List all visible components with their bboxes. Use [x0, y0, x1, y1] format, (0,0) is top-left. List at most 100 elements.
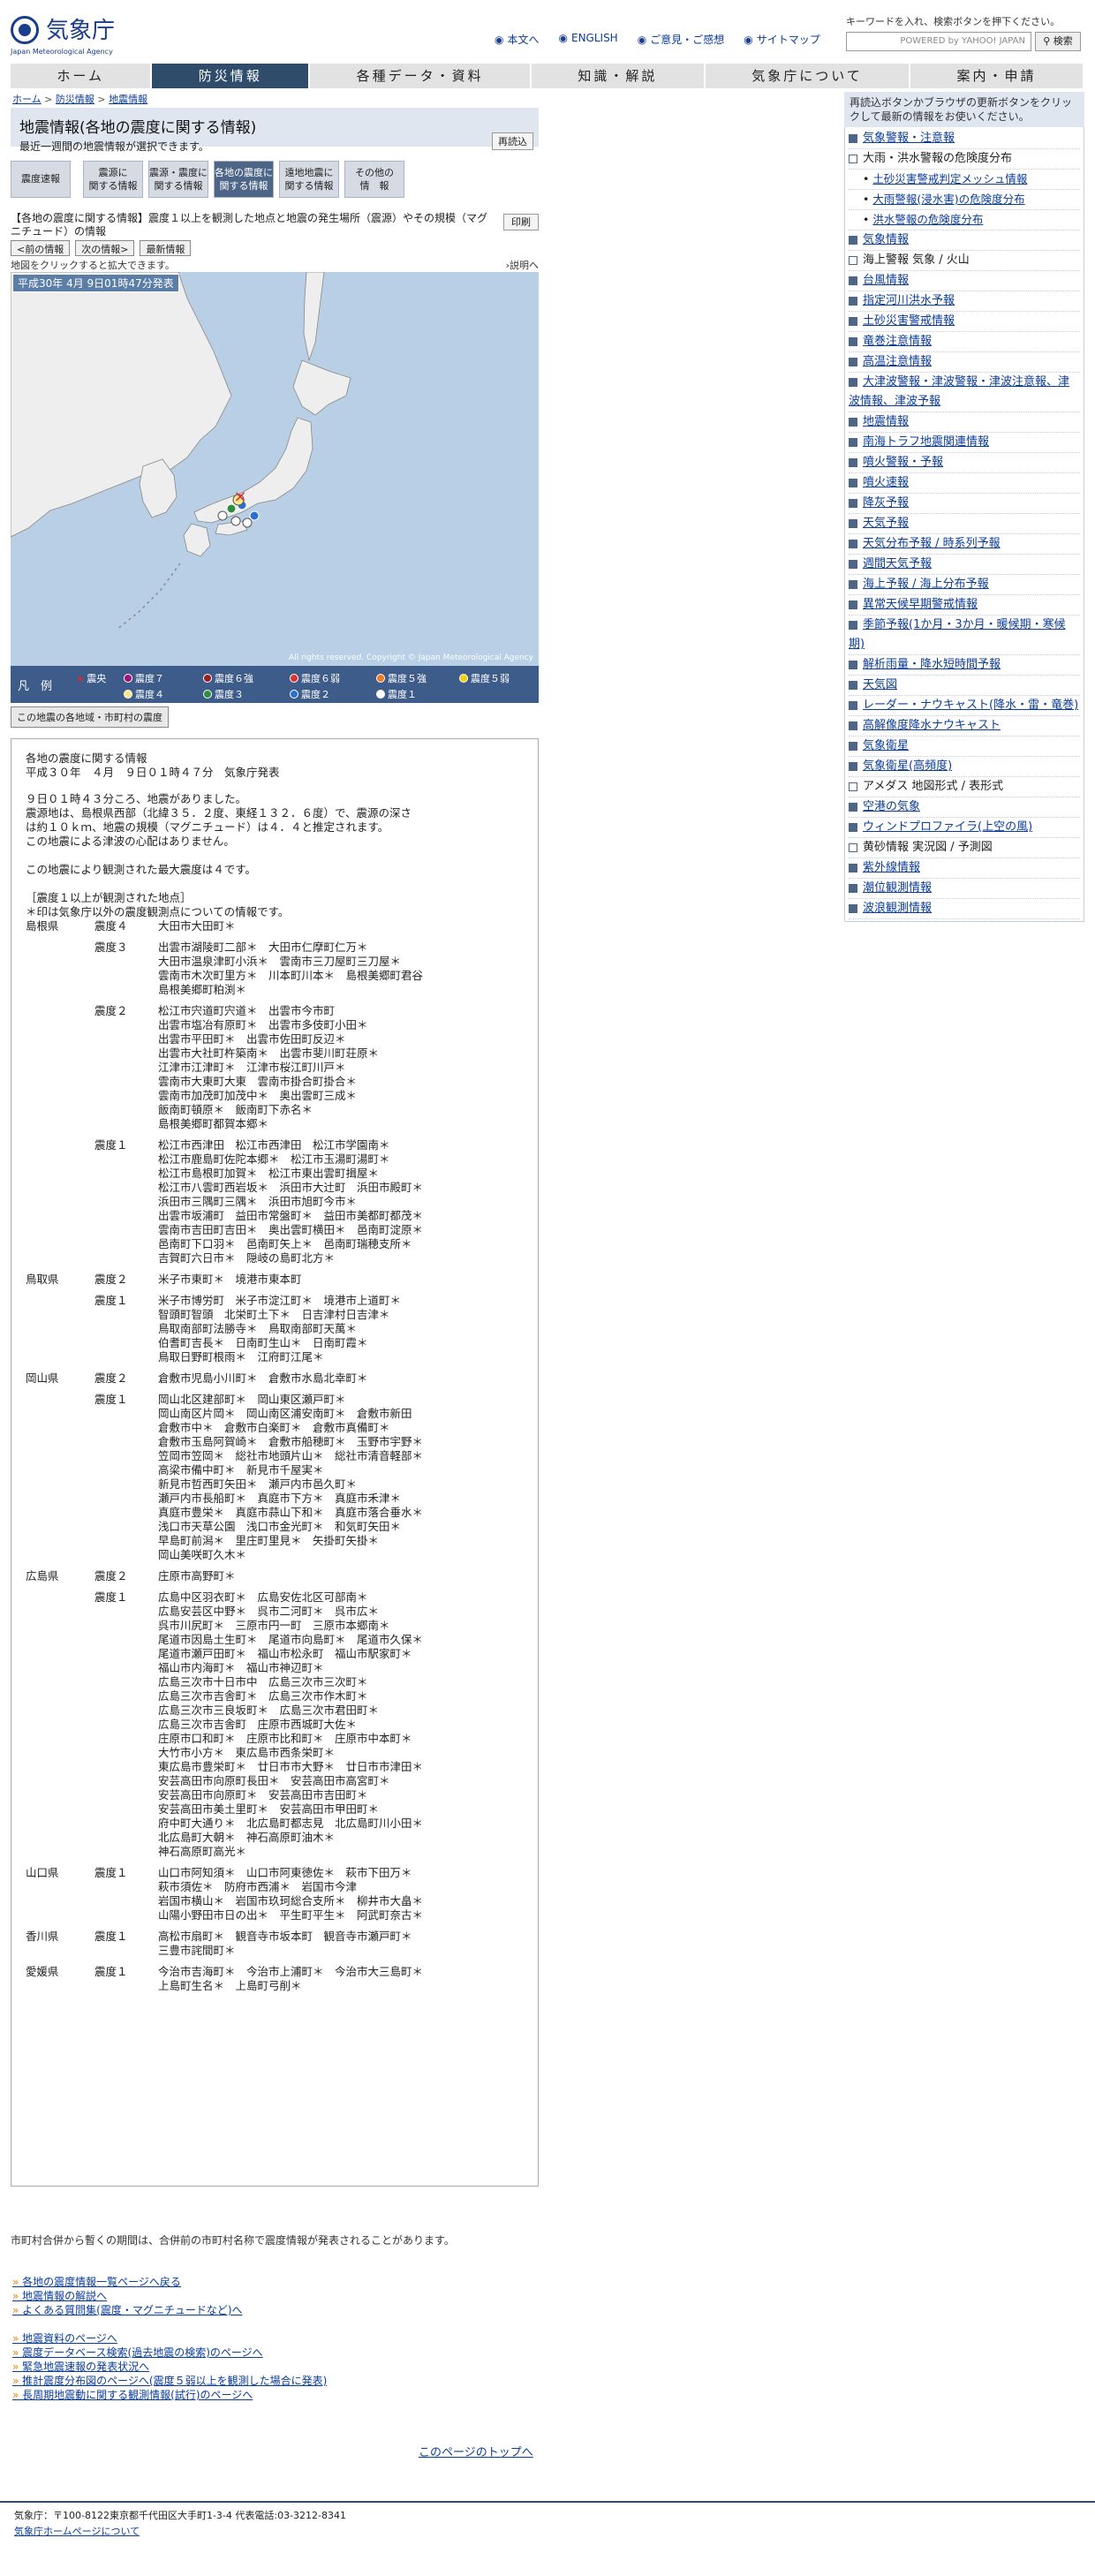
- nav-home[interactable]: ホーム: [11, 64, 153, 88]
- sidebar-item-label[interactable]: 噴火速報: [863, 476, 909, 489]
- sidebar-item[interactable]: 空港の気象: [849, 797, 1080, 818]
- sidebar-item-label[interactable]: 指定河川洪水予報: [863, 294, 955, 307]
- explanation-link[interactable]: ›説明へ: [506, 258, 539, 272]
- sidebar-item-label[interactable]: 空港の気象: [863, 800, 920, 813]
- checkbox-icon[interactable]: [849, 539, 857, 548]
- checkbox-icon[interactable]: [849, 680, 857, 690]
- nav-data[interactable]: 各種データ・資料: [310, 64, 532, 88]
- link-long-period[interactable]: 長周期地震動に関する観測情報(試行)のページへ: [12, 2388, 327, 2402]
- link-main-content-label[interactable]: 本文へ: [507, 34, 539, 46]
- breadcrumb-earthquake[interactable]: 地震情報: [109, 94, 147, 105]
- sidebar-item-label[interactable]: ウィンドプロファイラ(上空の風): [863, 820, 1032, 834]
- checkbox-icon[interactable]: [849, 417, 857, 427]
- sidebar-item[interactable]: 噴火速報: [849, 473, 1080, 494]
- jma-logo[interactable]: 気象庁 Japan Meteorological Agency: [11, 12, 125, 56]
- checkbox-icon[interactable]: [849, 518, 857, 528]
- checkbox-icon[interactable]: [849, 498, 857, 508]
- link-intensity-database[interactable]: 震度データベース検索(過去地震の検索)のページへ: [12, 2346, 327, 2360]
- sidebar-item-label[interactable]: 高温注意情報: [863, 355, 932, 368]
- checkbox-icon[interactable]: [849, 721, 857, 730]
- sidebar-item[interactable]: 天気図: [849, 676, 1080, 696]
- sidebar-item-label[interactable]: 天気予報: [863, 517, 909, 530]
- checkbox-icon[interactable]: [849, 154, 857, 163]
- sidebar-item-label[interactable]: 地震情報: [863, 415, 909, 428]
- sidebar-item[interactable]: 台風情報: [849, 271, 1080, 291]
- link-faq[interactable]: よくある質問集(震度・マグニチュードなど)へ: [12, 2303, 242, 2317]
- print-button[interactable]: 印刷: [503, 214, 539, 230]
- sidebar-item[interactable]: 天気分布予報 / 時系列予報: [849, 534, 1080, 555]
- sidebar-item[interactable]: 降灰予報: [849, 494, 1080, 514]
- sidebar-item[interactable]: 解析雨量・降水短時間予報: [849, 655, 1080, 676]
- checkbox-icon[interactable]: [849, 600, 857, 609]
- checkbox-icon[interactable]: [849, 579, 857, 589]
- sidebar-item[interactable]: 噴火警報・予報: [849, 453, 1080, 473]
- sidebar-item-label[interactable]: 高解像度降水ナウキャスト: [863, 719, 1001, 732]
- sidebar-item[interactable]: 高温注意情報: [849, 352, 1080, 373]
- checkbox-icon[interactable]: [849, 802, 857, 812]
- link-sitemap-label[interactable]: サイトマップ: [757, 34, 820, 46]
- checkbox-icon[interactable]: [849, 782, 857, 791]
- sidebar-item-label[interactable]: 気象情報: [863, 233, 909, 246]
- checkbox-icon[interactable]: [849, 863, 857, 873]
- sidebar-item-label[interactable]: 気象衛星: [863, 739, 909, 752]
- sidebar-item-label[interactable]: 海上予報 / 海上分布予報: [863, 578, 989, 591]
- sidebar-item[interactable]: 指定河川洪水予報: [849, 291, 1080, 312]
- link-main-content[interactable]: ◉ 本文へ: [495, 32, 540, 47]
- sidebar-item[interactable]: 黄砂情報 実況図 / 予測図: [849, 838, 1080, 858]
- sidebar-item[interactable]: 気象衛星: [849, 737, 1080, 757]
- checkbox-icon[interactable]: [849, 133, 857, 143]
- checkbox-icon[interactable]: [849, 660, 857, 669]
- municipality-intensity-button[interactable]: この地震の各地域・市町村の震度: [11, 706, 169, 728]
- link-eew-status[interactable]: 緊急地震速報の発表状況へ: [12, 2360, 327, 2374]
- sidebar-item[interactable]: 大雨・洪水警報の危険度分布: [849, 149, 1080, 170]
- link-earthquake-data[interactable]: 地震資料のページへ: [12, 2331, 327, 2346]
- sidebar-item[interactable]: 気象警報・注意報: [849, 129, 1080, 149]
- breadcrumb-disaster[interactable]: 防災情報: [56, 94, 94, 105]
- search-input[interactable]: POWERED by YAHOO! JAPAN: [846, 32, 1031, 51]
- sidebar-item-label[interactable]: 潮位観測情報: [863, 881, 932, 895]
- link-explanation[interactable]: 地震情報の解説へ: [12, 2289, 243, 2303]
- checkbox-icon[interactable]: [849, 235, 857, 245]
- sidebar-item-label[interactable]: 週間天気予報: [863, 557, 932, 570]
- sidebar-item-label[interactable]: 南海トラフ地震関連情報: [863, 435, 989, 449]
- sidebar-item[interactable]: 週間天気予報: [849, 555, 1080, 575]
- prev-info-button[interactable]: <前の情報: [11, 240, 71, 256]
- checkbox-icon[interactable]: [849, 276, 857, 285]
- checkbox-icon[interactable]: [849, 700, 857, 710]
- tab-intensity-flash[interactable]: 震度速報: [11, 161, 71, 198]
- sidebar-item[interactable]: 気象衛星(高頻度): [849, 757, 1080, 777]
- breadcrumb-home[interactable]: ホーム: [12, 94, 42, 105]
- sidebar-item[interactable]: 地震情報: [849, 412, 1080, 433]
- sidebar-item[interactable]: 気象情報: [849, 230, 1080, 251]
- sidebar-item-label[interactable]: 竜巻注意情報: [863, 335, 932, 348]
- link-english-label[interactable]: ENGLISH: [571, 32, 618, 44]
- sidebar-item-label[interactable]: 天気図: [863, 678, 897, 691]
- sidebar-item[interactable]: 南海トラフ地震関連情報: [849, 433, 1080, 453]
- sidebar-item-label[interactable]: 季節予報(1か月・3か月・暖候期・寒候期): [849, 618, 1066, 651]
- nav-guide[interactable]: 案内・申請: [910, 64, 1084, 88]
- tab-hypocenter-intensity[interactable]: 震源・震度に 関する情報: [148, 161, 208, 198]
- sidebar-item[interactable]: 海上警報 気象 / 火山: [849, 251, 1080, 271]
- link-feedback-label[interactable]: ご意見・ご感想: [650, 34, 724, 46]
- nav-disaster-info[interactable]: 防災情報: [152, 64, 311, 88]
- sidebar-item-label[interactable]: 異常天候早期警戒情報: [863, 598, 978, 611]
- checkbox-icon[interactable]: [849, 296, 857, 306]
- sidebar-item[interactable]: • 洪水警報の危険度分布: [849, 210, 1080, 230]
- sidebar-item-label[interactable]: 大雨・洪水警報の危険度分布: [863, 152, 1012, 165]
- tab-local-intensity[interactable]: 各地の震度に 関する情報: [214, 161, 274, 198]
- tab-distant-earthquake[interactable]: 遠地地震に 関する情報: [279, 161, 339, 198]
- sidebar-item-label[interactable]: アメダス 地図形式 / 表形式: [863, 780, 1003, 793]
- intensity-map[interactable]: × 平成30年 4月 9日01時47分発表 All rights reserve…: [11, 272, 539, 666]
- footer-home-link[interactable]: 気象庁ホームページについて: [14, 2526, 140, 2537]
- search-button[interactable]: ⚲ 検索: [1035, 32, 1081, 51]
- checkbox-icon[interactable]: [849, 478, 857, 487]
- link-sitemap[interactable]: ◉ サイトマップ: [744, 32, 820, 47]
- sidebar-item-label[interactable]: 紫外線情報: [863, 861, 920, 874]
- sidebar-item-label[interactable]: 天気分布予報 / 時系列予報: [863, 537, 1001, 550]
- checkbox-icon[interactable]: [849, 336, 857, 346]
- sidebar-item[interactable]: • 土砂災害警戒判定メッシュ情報: [849, 170, 1080, 190]
- sidebar-item-label[interactable]: 台風情報: [863, 274, 909, 287]
- checkbox-icon[interactable]: [849, 741, 857, 751]
- reload-button[interactable]: 再読込: [492, 132, 533, 150]
- link-estimated-intensity[interactable]: 推計震度分布図のページへ(震度５弱以上を観測した場合に発表): [12, 2374, 327, 2388]
